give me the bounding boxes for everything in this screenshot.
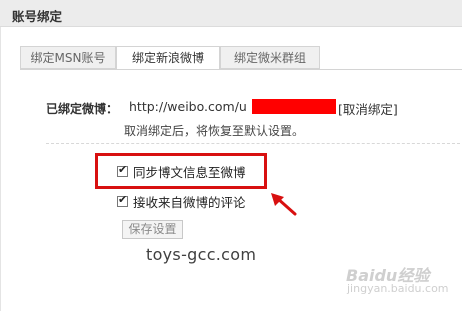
weibo-url: http://weibo.com/u [129, 99, 247, 114]
tab-bind-weimi-group[interactable]: 绑定微米群组 [220, 46, 320, 69]
page-header: 账号绑定 [0, 0, 462, 27]
unbind-note: 取消绑定后，将恢复至默认设置。 [124, 124, 305, 138]
highlight-annotation [95, 153, 267, 189]
redaction-bar [252, 99, 336, 114]
baidu-subtitle: jingyan.baidu.com [347, 282, 449, 295]
section-divider [46, 143, 460, 144]
page-title: 账号绑定 [12, 9, 63, 24]
watermark-text: toys-gcc.com [146, 245, 257, 264]
panel-border [0, 27, 1, 311]
arrow-annotation-icon [271, 193, 297, 216]
save-button[interactable]: 保存设置 [122, 220, 183, 239]
tab-bind-sina-weibo[interactable]: 绑定新浪微博 [116, 46, 220, 70]
unbind-link[interactable]: [取消绑定] [338, 99, 398, 118]
tab-bind-msn[interactable]: 绑定MSN账号 [20, 46, 116, 69]
tab-divider [20, 69, 462, 70]
check-icon: ✔ [118, 192, 128, 206]
receive-comments-checkbox[interactable]: ✔ [117, 192, 128, 207]
receive-comments-label: 接收来自微博的评论 [133, 194, 246, 210]
option-receive-comments[interactable]: ✔ 接收来自微博的评论 [117, 192, 246, 210]
bound-weibo-label: 已绑定微博： [46, 102, 119, 116]
